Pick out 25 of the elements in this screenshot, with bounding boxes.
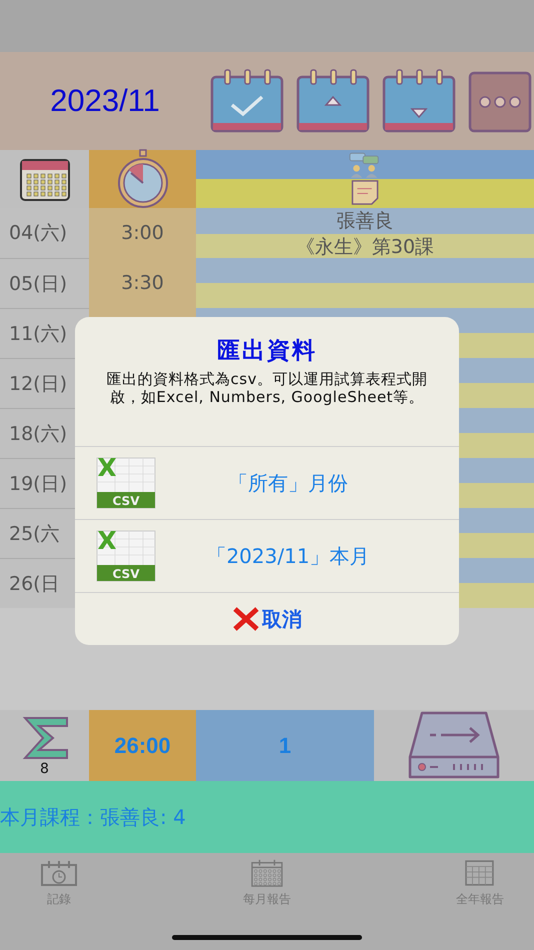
calendar-down-icon[interactable] xyxy=(382,69,456,133)
calendar-up-icon[interactable] xyxy=(296,69,370,133)
date-cell: 04(六) xyxy=(0,208,89,258)
csv-file-icon: CSV xyxy=(95,456,157,510)
drive-export-icon[interactable] xyxy=(408,710,500,780)
session-count: 1 xyxy=(196,710,374,781)
dialog-title: 匯出資料 xyxy=(217,337,317,366)
time-cell: 3:30 xyxy=(89,258,196,308)
export-option[interactable]: CSV 「所有」月份 xyxy=(75,447,459,520)
month-title: 2023/11 xyxy=(49,83,161,119)
course-cell: 《永生》第30課 xyxy=(196,234,534,260)
date-cell: 05(日) xyxy=(0,258,89,308)
calendar-check-icon[interactable] xyxy=(210,69,284,133)
count-label: 8 xyxy=(40,760,49,776)
more-icon[interactable] xyxy=(468,69,532,133)
close-icon xyxy=(232,606,260,632)
calendar-clock-icon xyxy=(40,859,78,887)
total-time: 26:00 xyxy=(89,710,196,781)
student-cell: 張善良 xyxy=(196,208,534,234)
time-cell: 3:00 xyxy=(89,208,196,258)
course-summary: 本月課程：張善良: 4 xyxy=(0,781,534,853)
csv-file-icon: CSV xyxy=(95,529,157,583)
dialog-message: 匯出的資料格式為csv。可以運用試算表程式開啟，如Excel, Numbers, GoogleSheet等。 xyxy=(106,370,428,406)
export-option[interactable]: CSV 「2023/11」本月 xyxy=(75,520,459,593)
calendar-icon xyxy=(18,156,70,202)
